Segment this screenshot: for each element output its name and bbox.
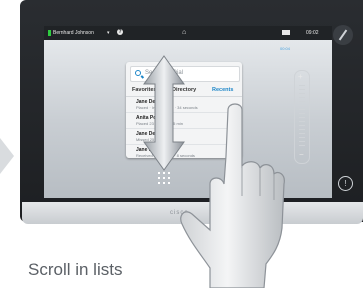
volume-slider[interactable]: + − <box>294 70 310 164</box>
volume-down-icon[interactable]: − <box>299 151 304 159</box>
help-icon[interactable]: ? <box>117 29 123 35</box>
clock: 09:02 <box>306 30 319 36</box>
pointing-hand-icon <box>180 103 285 288</box>
call-timer: 00:04 <box>280 46 291 51</box>
chevron-down-icon[interactable]: ▾ <box>107 30 110 36</box>
status-indicator <box>48 30 51 36</box>
user-name[interactable]: Bernhard Johnson <box>53 30 94 36</box>
tab-recents[interactable]: Recents <box>212 87 233 93</box>
home-icon[interactable]: ⌂ <box>182 29 186 36</box>
volume-up-icon[interactable]: + <box>298 73 303 81</box>
camera-icon[interactable] <box>282 30 290 35</box>
mute-microphone-button[interactable] <box>333 25 353 45</box>
status-bar: Bernhard Johnson ▾ ? ⌂ 09:02 <box>44 26 332 40</box>
info-icon[interactable]: ! <box>338 176 353 191</box>
keypad-icon[interactable] <box>158 172 170 184</box>
caption: Scroll in lists <box>28 260 123 279</box>
side-arrow-decoration <box>0 138 14 174</box>
volume-level-ticks <box>299 85 305 147</box>
search-icon <box>135 70 141 76</box>
